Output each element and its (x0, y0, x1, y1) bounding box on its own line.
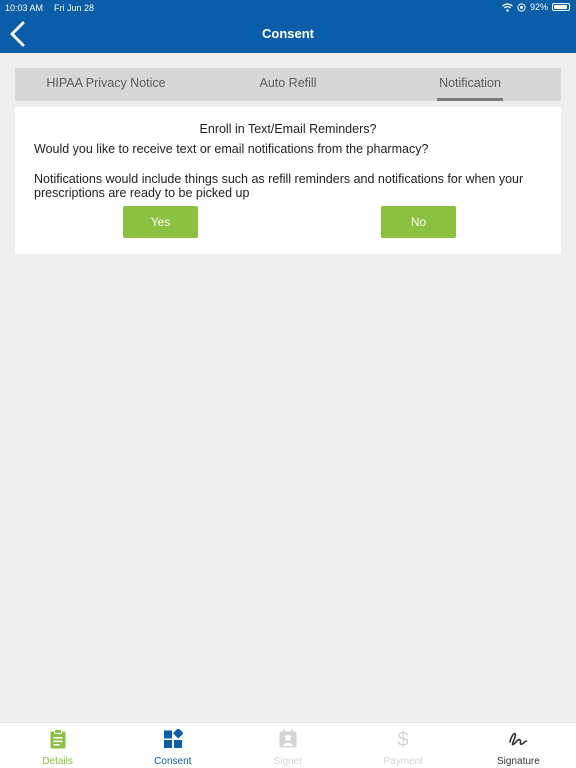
grid-icon (163, 729, 183, 748)
nav-item-signer[interactable]: Signer (230, 723, 345, 768)
dollar-icon: $ (398, 729, 409, 749)
status-bar: 10:03 AM Fri Jun 28 92% (0, 0, 576, 15)
tab-auto-refill[interactable]: Auto Refill (197, 68, 379, 101)
battery-percent: 92% (529, 2, 548, 12)
wifi-icon (502, 2, 513, 12)
nav-label-consent: Consent (154, 756, 192, 767)
battery-icon (552, 3, 570, 11)
card-title: Enroll in Text/Email Reminders? (199, 122, 377, 136)
nav-item-payment[interactable]: $ Payment (346, 723, 461, 768)
signature-icon (509, 732, 528, 746)
no-button[interactable]: No (381, 206, 456, 238)
tab-notification[interactable]: Notification (379, 68, 561, 101)
nav-item-signature[interactable]: Signature (461, 723, 576, 768)
status-date: Fri Jun 28 (54, 3, 95, 13)
nav-label-payment: Payment (383, 756, 423, 767)
card-description: Notifications would include things such … (34, 172, 524, 200)
clipboard-icon (50, 729, 66, 749)
consent-tabs: HIPAA Privacy Notice Auto Refill Notific… (15, 68, 561, 101)
svg-text:$: $ (398, 729, 409, 749)
status-time: 10:03 AM (5, 3, 44, 13)
nav-item-details[interactable]: Details (0, 723, 115, 768)
nav-label-details: Details (42, 756, 73, 767)
page-title: Consent (262, 26, 314, 41)
card-question: Would you like to receive text or email … (34, 142, 429, 156)
bottom-nav: Details Consent Signer $ Payment Signatu… (0, 722, 576, 768)
yes-button[interactable]: Yes (123, 206, 198, 238)
nav-label-signature: Signature (497, 756, 540, 767)
tab-hipaa-privacy-notice[interactable]: HIPAA Privacy Notice (15, 68, 197, 101)
location-icon (517, 2, 526, 12)
notification-consent-card: Enroll in Text/Email Reminders? Would yo… (15, 107, 561, 254)
nav-label-signer: Signer (273, 756, 303, 767)
badge-icon (279, 729, 297, 748)
header: 10:03 AM Fri Jun 28 92% Consent (0, 0, 576, 53)
nav-item-consent[interactable]: Consent (115, 723, 230, 768)
battery-level (554, 5, 567, 9)
status-icons: 92% (502, 2, 570, 12)
